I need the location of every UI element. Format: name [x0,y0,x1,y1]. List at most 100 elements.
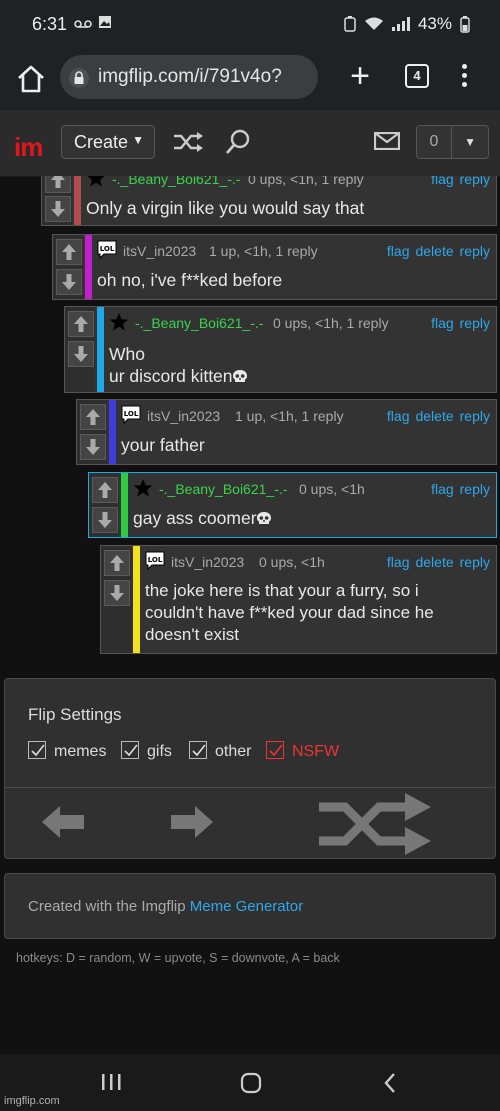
meme-generator-link[interactable]: Meme Generator [190,898,303,915]
imgflip-watermark: imgflip.com [4,1095,60,1107]
messages-button[interactable] [373,131,401,155]
reply-link[interactable]: reply [460,243,490,259]
imgflip-logo[interactable]: im [14,132,43,163]
mail-icon [373,131,401,151]
check-icon [124,744,138,757]
flag-link[interactable]: flag [387,243,410,259]
reply-link[interactable]: reply [460,315,490,331]
star-icon [133,479,153,497]
reply-link[interactable]: reply [460,408,490,424]
upvote-button[interactable] [45,176,71,193]
next-button[interactable] [169,804,215,845]
comment-text: your father [121,435,205,455]
arrow-down-icon [62,274,76,290]
svg-text:LOL: LOL [124,410,139,418]
create-label: Create [74,132,129,152]
hotkeys-hint: hotkeys: D = random, W = upvote, S = dow… [16,951,340,965]
arrow-down-icon [110,585,124,601]
reply-link[interactable]: reply [460,176,490,187]
random-button[interactable] [172,132,204,157]
comment-header: -._Beany_Boi621_-.- 0 ups, <1h flag reply [133,479,490,499]
thread-depth-bar [74,176,81,225]
create-dropdown[interactable]: Create ▼ [61,125,155,159]
delete-link[interactable]: delete [415,554,453,570]
delete-link[interactable]: delete [415,243,453,259]
vote-controls [65,307,95,392]
comment-text: Only a virgin like you would say that [86,198,365,218]
downvote-button[interactable] [56,269,82,295]
svg-text:LOL: LOL [100,245,115,253]
comment-header: -._Beany_Boi621_-.- 0 ups, <1h, 1 reply … [109,313,490,333]
comment-username[interactable]: itsV_in2023 [171,554,244,570]
caret-down-icon: ▼ [132,133,144,147]
reply-link[interactable]: reply [460,481,490,497]
comment: -._Beany_Boi621_-.- 0 ups, <1h flag reply… [88,472,497,538]
credit-text: Created with the Imgflip Meme Generator [28,898,304,915]
downvote-button[interactable] [104,580,130,606]
site-info-button[interactable] [68,67,90,95]
notifications-button[interactable]: 0 ▼ [416,125,489,159]
tab-switcher-button[interactable]: 4 [405,64,429,88]
home-button[interactable] [14,62,48,96]
option-label: gifs [147,743,172,760]
flip-settings-panel: Flip Settings memes gifs other NSFW [4,678,496,859]
comment-username[interactable]: -._Beany_Boi621_-.- [159,481,287,497]
comment-username[interactable]: itsV_in2023 [123,243,196,259]
status-bar: 6:31 43% [0,0,500,48]
recent-apps-button[interactable] [100,1072,122,1097]
previous-button[interactable] [40,804,86,845]
address-bar[interactable]: imgflip.com/i/791v4o? [60,55,318,99]
flag-link[interactable]: flag [387,408,410,424]
vote-controls [53,235,83,299]
search-button[interactable] [224,128,252,161]
upvote-button[interactable] [104,550,130,576]
checkbox-nsfw[interactable] [266,741,284,759]
downvote-button[interactable] [92,507,118,533]
flag-link[interactable]: flag [431,315,454,331]
arrow-up-icon [62,244,76,260]
comment-header: LOL itsV_in2023 1 up, <1h, 1 reply flag d… [121,405,490,426]
lol-bubble-icon: LOL [97,240,117,260]
flag-link[interactable]: flag [431,481,454,497]
comment-username[interactable]: itsV_in2023 [147,408,220,424]
comment: -._Beany_Boi621_-.- 0 ups, <1h, 1 reply … [41,176,497,226]
comment-text-line: Who [109,344,145,364]
site-navbar: im Create ▼ 0 ▼ [0,110,500,177]
reply-link[interactable]: reply [460,554,490,570]
star-icon [87,176,105,187]
arrow-up-icon [74,316,88,332]
star-icon [109,313,129,331]
thread-depth-bar [97,307,104,392]
comment-username[interactable]: -._Beany_Boi621_-.- [112,176,240,187]
browser-toolbar: imgflip.com/i/791v4o? + 4 [0,48,500,110]
arrow-down-icon [74,346,88,362]
checkbox-gifs[interactable] [121,741,139,759]
skull-emoji-icon [232,370,247,382]
new-tab-button[interactable]: + [346,59,374,93]
check-icon [31,744,45,757]
comment-meta: 1 up, <1h, 1 reply [235,408,344,424]
downvote-button[interactable] [68,341,94,367]
downvote-button[interactable] [80,434,106,460]
back-button[interactable] [382,1072,398,1099]
upvote-button[interactable] [92,477,118,503]
upvote-button[interactable] [80,404,106,430]
flag-link[interactable]: flag [431,176,454,187]
comment-text: oh no, i've f**ked before [97,270,283,290]
vote-controls [101,546,131,653]
random-meme-button[interactable] [315,793,433,860]
home-nav-button[interactable] [240,1072,262,1099]
comment: LOL itsV_in2023 1 up, <1h, 1 reply flag d… [76,399,497,465]
comment: LOL itsV_in2023 0 ups, <1h flag delete rep… [100,545,497,654]
checkbox-other[interactable] [189,741,207,759]
upvote-button[interactable] [68,311,94,337]
browser-menu-button[interactable] [456,64,472,92]
upvote-button[interactable] [56,239,82,265]
downvote-button[interactable] [45,196,71,222]
comment-username[interactable]: -._Beany_Boi621_-.- [135,315,263,331]
delete-link[interactable]: delete [415,408,453,424]
comment-actions: flag delete reply [381,243,490,259]
shuffle-icon [319,793,431,855]
checkbox-memes[interactable] [28,741,46,759]
flag-link[interactable]: flag [387,554,410,570]
